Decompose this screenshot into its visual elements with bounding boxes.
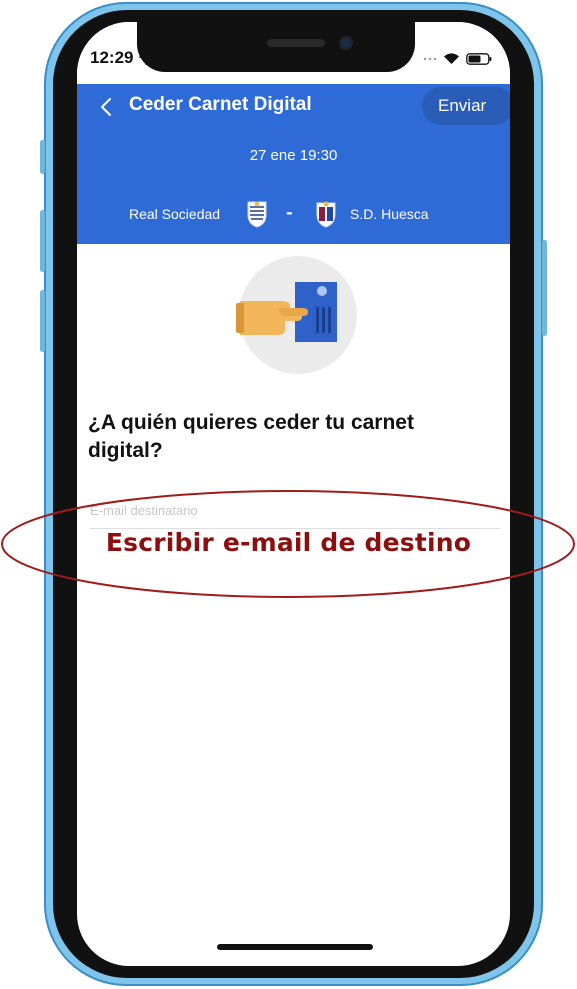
speaker bbox=[267, 39, 325, 47]
home-indicator[interactable] bbox=[217, 944, 373, 950]
battery-icon bbox=[466, 52, 492, 65]
annotation-label: Escribir e-mail de destino bbox=[105, 528, 472, 557]
match-datetime: 27 ene 19:30 bbox=[249, 147, 338, 164]
match-separator: - bbox=[286, 203, 293, 222]
side-button bbox=[542, 240, 547, 336]
question-heading: ¿A quién quieres ceder tu carnet digital… bbox=[88, 411, 414, 462]
status-time: 12:29 bbox=[90, 48, 134, 67]
back-chevron-icon[interactable] bbox=[99, 96, 113, 118]
dots-icon bbox=[423, 57, 437, 60]
real-sociedad-crest-icon bbox=[247, 201, 267, 228]
send-button[interactable]: Enviar bbox=[422, 87, 510, 125]
away-team-name: S.D. Huesca bbox=[350, 206, 429, 222]
notch bbox=[137, 22, 415, 72]
wifi-icon bbox=[444, 53, 459, 64]
status-icons bbox=[423, 52, 492, 65]
sd-huesca-crest-icon bbox=[316, 201, 336, 228]
side-button bbox=[40, 210, 45, 272]
page-title: Ceder Carnet Digital bbox=[129, 94, 312, 115]
side-button bbox=[40, 290, 45, 352]
camera bbox=[341, 38, 351, 48]
match-header: Ceder Carnet Digital Enviar 27 ene 19:30… bbox=[77, 84, 510, 244]
home-team-name: Real Sociedad bbox=[129, 206, 221, 222]
hand-card-icon bbox=[236, 282, 337, 342]
side-button bbox=[40, 140, 45, 174]
